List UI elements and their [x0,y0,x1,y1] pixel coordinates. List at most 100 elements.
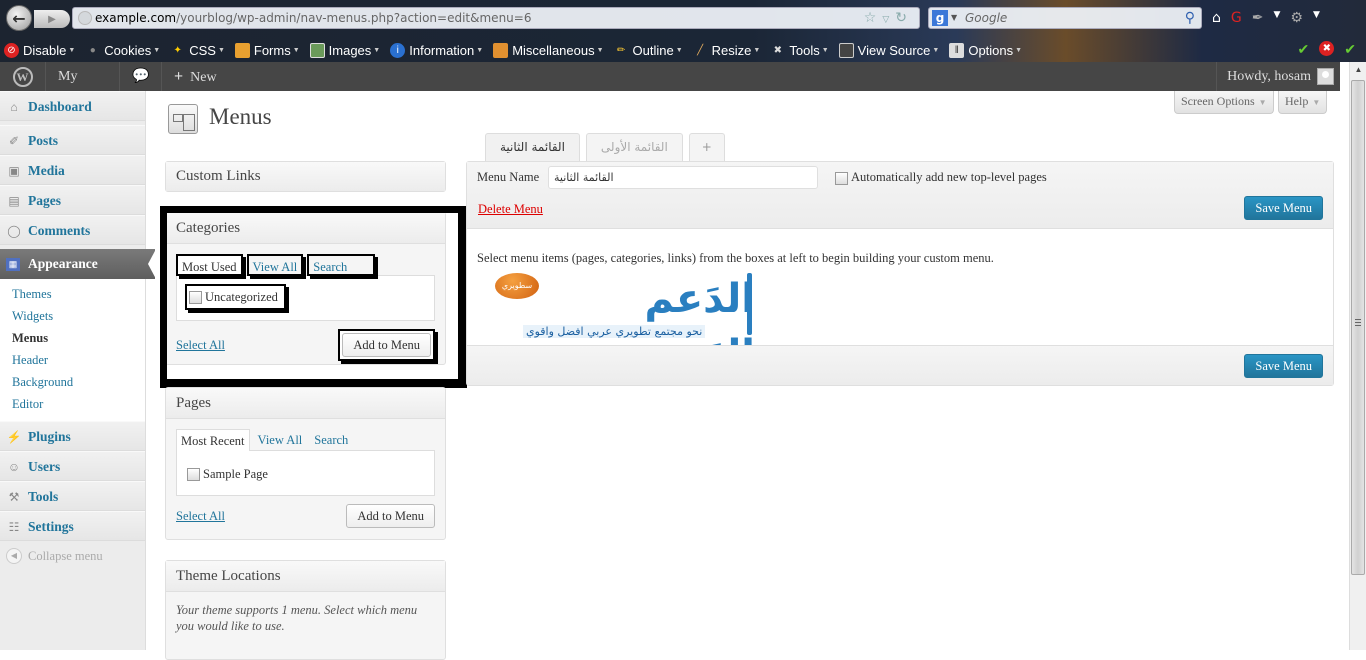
toolbar-disable[interactable]: ⊘ Disable ▼ [4,42,75,58]
options-icon: ‖ [949,42,965,58]
category-item[interactable]: Uncategorized [185,284,286,310]
addon-icon[interactable]: ⚙ [1290,10,1303,26]
pages-select-all[interactable]: Select All [176,509,225,524]
page-scrollbar[interactable]: ▲ [1349,62,1366,650]
forward-button[interactable]: ▶ [34,10,70,28]
home-icon[interactable]: ⌂ [1212,10,1221,26]
toolbar-tools[interactable]: ✖ Tools ▼ [770,43,829,58]
reload-icon[interactable]: ↻ [895,10,913,26]
sidebar-item-dashboard[interactable]: ⌂ Dashboard [0,91,145,121]
delete-menu-link[interactable]: Delete Menu [478,202,543,217]
sidebar-label: Dashboard [28,99,92,114]
toolbar-cookies[interactable]: ● Cookies ▼ [85,43,160,58]
submenu-background[interactable]: Background [0,371,145,393]
new-label: New [190,70,217,85]
chevron-down-icon[interactable]: ▼ [1313,10,1320,26]
sidebar-item-appearance[interactable]: ▦ Appearance [0,249,156,279]
submenu-editor[interactable]: Editor [0,393,145,415]
chevron-down-icon[interactable]: ▼ [951,8,957,28]
page-checkbox[interactable] [187,467,200,481]
sidebar-item-pages[interactable]: ▤ Pages [0,185,145,215]
page-item[interactable]: Sample Page [187,465,268,482]
address-bar[interactable]: example.com/yourblog/wp-admin/nav-menus.… [72,7,920,29]
check-icon[interactable]: ✔ [1344,41,1356,58]
categories-add-to-menu-button[interactable]: Add to Menu [342,333,431,357]
tab-view-all[interactable]: View All [254,429,307,451]
toolbar-images[interactable]: Images ▼ [309,42,380,58]
toolbar-label: CSS [189,42,216,58]
toolbar-forms[interactable]: Forms ▼ [234,42,300,58]
comments-link[interactable]: 💬 [120,62,162,91]
submenu-menus[interactable]: Menus [0,327,145,349]
toolbar-resize[interactable]: ╱ Resize ▼ [693,43,760,58]
sidebar-item-plugins[interactable]: ⚡ Plugins [0,421,145,451]
collapse-menu-button[interactable]: ◀ Collapse menu [0,541,145,571]
my-account-menu[interactable]: Howdy, hosam [1216,62,1340,91]
submenu-header[interactable]: Header [0,349,145,371]
tab-view-all[interactable]: View All [246,254,304,276]
scroll-up-arrow-icon[interactable]: ▲ [1350,62,1366,78]
submenu-widgets[interactable]: Widgets [0,305,145,327]
screen-options-button[interactable]: Screen Options ▼ [1174,91,1274,114]
search-bar[interactable]: g ▼ Google ⚲ [928,7,1202,29]
sidebar-item-posts[interactable]: ✐ Posts [0,125,145,155]
sidebar-item-tools[interactable]: ⚒ Tools [0,481,145,511]
error-icon[interactable]: ✖ [1319,41,1335,56]
sidebar-label: Media [28,163,65,178]
categories-header[interactable]: Categories [166,213,445,244]
new-content-link[interactable]: + New [162,62,229,91]
sidebar-item-comments[interactable]: ◯ Comments [0,215,145,245]
sidebar-item-media[interactable]: ▣ Media [0,155,145,185]
tab-search[interactable]: Search [310,429,352,451]
save-menu-button-top[interactable]: Save Menu [1244,196,1323,220]
toolbar-miscellaneous[interactable]: Miscellaneous ▼ [493,42,604,58]
toolbar-css[interactable]: ✦ CSS ▼ [170,43,225,58]
save-menu-button-bottom[interactable]: Save Menu [1244,354,1323,378]
chevron-down-icon: ▼ [932,46,940,54]
page-label: Sample Page [203,466,268,481]
categories-add-wrapper: Add to Menu [338,329,435,361]
menu-name-input[interactable]: القائمة الثانية [548,166,818,189]
check-icon[interactable]: ✔ [1298,41,1310,58]
addon-icon[interactable]: G [1231,10,1242,26]
wp-logo-menu[interactable]: W [0,62,46,91]
toolbar-outline[interactable]: ✏ Outline ▼ [614,43,683,58]
chevron-down-icon[interactable]: ▼ [1273,10,1280,26]
menu-tab-first[interactable]: القائمة الأولى [585,133,683,161]
toolbar-label: Outline [632,42,674,58]
scrollbar-thumb[interactable] [1351,80,1365,575]
sidebar-item-settings[interactable]: ☷ Settings [0,511,145,541]
auto-add-option[interactable]: Automatically add new top-level pages [835,170,1047,185]
toolbar-options[interactable]: ‖ Options ▼ [949,42,1022,58]
category-checkbox[interactable] [189,290,202,304]
posts-icon: ✐ [8,134,20,148]
tab-most-recent[interactable]: Most Recent [176,429,250,451]
pen-icon[interactable]: ✒ [1252,10,1264,26]
categories-box: Categories Most Used View All Search Unc… [165,212,446,365]
custom-links-header[interactable]: Custom Links [166,162,445,191]
pages-add-to-menu-button[interactable]: Add to Menu [346,504,435,528]
submenu-themes[interactable]: Themes [0,283,145,305]
pages-header[interactable]: Pages [166,388,445,419]
tab-search[interactable]: Search [307,254,376,276]
sidebar-item-users[interactable]: ☺ Users [0,451,145,481]
toolbar-view-source[interactable]: View Source ▼ [838,42,940,58]
add-menu-tab[interactable]: + [688,133,725,161]
help-button[interactable]: Help ▼ [1278,91,1328,114]
dropdown-icon[interactable]: ▽ [882,15,895,25]
sidebar-label: Posts [28,133,58,148]
star-icon[interactable]: ☆ [864,10,883,26]
theme-locations-header[interactable]: Theme Locations [166,561,445,592]
toolbar-label: Images [328,42,372,58]
tab-most-used[interactable]: Most Used [176,254,243,276]
toolbar-information[interactable]: i Information ▼ [390,42,483,58]
google-icon[interactable]: g [932,10,948,26]
site-name-link[interactable]: My Blog [46,62,120,113]
categories-select-all[interactable]: Select All [176,338,225,353]
search-icon[interactable]: ⚲ [1185,8,1195,28]
back-button[interactable]: ← [6,5,32,31]
tools-icon: ✖ [773,44,783,56]
comment-bubble-icon: 💬 [132,69,150,84]
auto-add-checkbox[interactable] [835,171,848,185]
menu-tab-second[interactable]: القائمة الثانية [485,133,580,162]
